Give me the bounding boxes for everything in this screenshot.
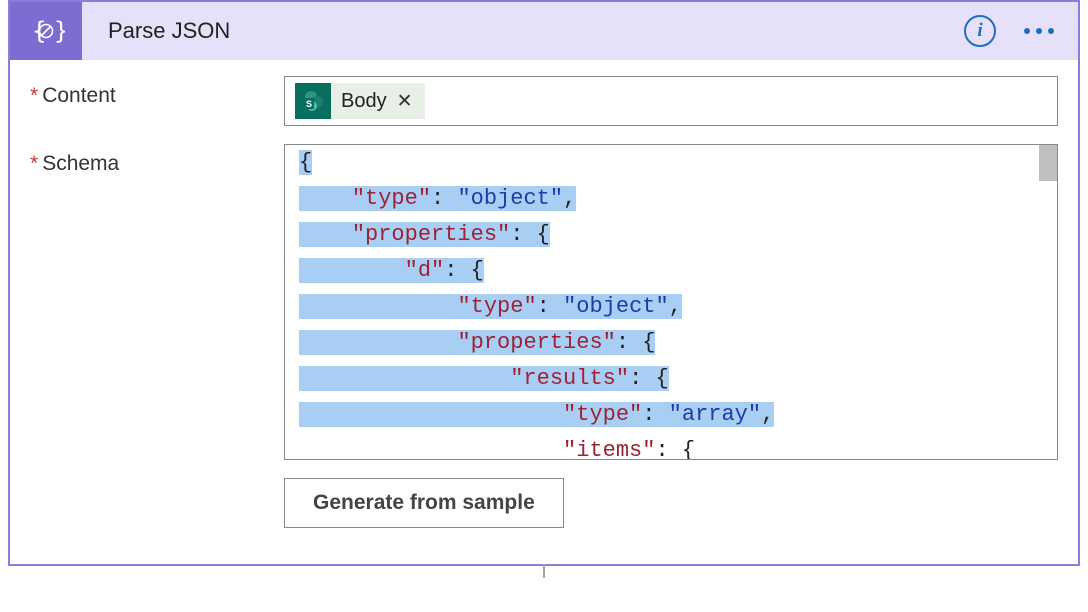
schema-label: * Schema	[30, 144, 284, 176]
schema-row: * Schema { "type": "object", "properties…	[30, 144, 1058, 528]
more-options-button[interactable]	[1018, 20, 1060, 42]
card-header[interactable]: { } Parse JSON i	[10, 2, 1078, 60]
schema-input[interactable]: { "type": "object", "properties": { "d":…	[284, 144, 1058, 460]
generate-from-sample-button[interactable]: Generate from sample	[284, 478, 564, 528]
content-input[interactable]: S Body ✕	[284, 76, 1058, 126]
dynamic-content-token[interactable]: S Body ✕	[295, 83, 425, 119]
parse-json-card: { } Parse JSON i * Content	[8, 0, 1080, 566]
flow-connector-bottom	[543, 564, 545, 578]
info-button[interactable]: i	[964, 15, 996, 47]
required-marker: *	[30, 84, 38, 108]
sharepoint-icon: S	[295, 83, 331, 119]
token-label: Body	[341, 90, 387, 113]
content-row: * Content S	[30, 76, 1058, 126]
token-remove-button[interactable]: ✕	[395, 90, 415, 113]
svg-text:S: S	[306, 99, 312, 109]
schema-text[interactable]: { "type": "object", "properties": { "d":…	[285, 145, 1057, 460]
card-title: Parse JSON	[108, 18, 964, 44]
required-marker: *	[30, 152, 38, 176]
svg-text:}: }	[54, 17, 65, 45]
content-label: * Content	[30, 76, 284, 108]
card-body: * Content S	[10, 60, 1078, 564]
action-icon: { }	[10, 2, 82, 60]
